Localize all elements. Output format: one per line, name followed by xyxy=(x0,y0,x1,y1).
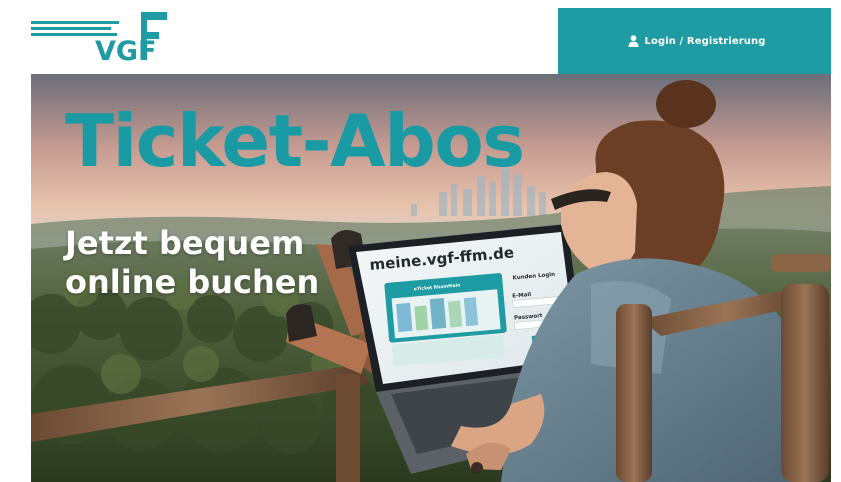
hero-banner[interactable]: meine.vgf-ffm.de eTicket RheinMain Kunde… xyxy=(31,74,831,482)
hero-subline-line-1: Jetzt bequem xyxy=(65,224,305,262)
login-register-label: Login / Registrierung xyxy=(644,35,766,47)
site-header: VGF Login / Registrierung xyxy=(31,8,831,74)
hero-headline: Ticket-Abos xyxy=(65,99,525,183)
hero-subline: Jetzt bequem online buchen xyxy=(65,224,319,302)
user-icon xyxy=(628,35,639,47)
hero-subline-line-2: online buchen xyxy=(65,263,320,301)
vgf-logo[interactable]: VGF xyxy=(31,10,171,68)
logo-text: VGF xyxy=(95,36,157,67)
page: VGF Login / Registrierung meine.vgf-ffm.… xyxy=(0,0,841,482)
login-register-button[interactable]: Login / Registrierung xyxy=(558,8,831,74)
